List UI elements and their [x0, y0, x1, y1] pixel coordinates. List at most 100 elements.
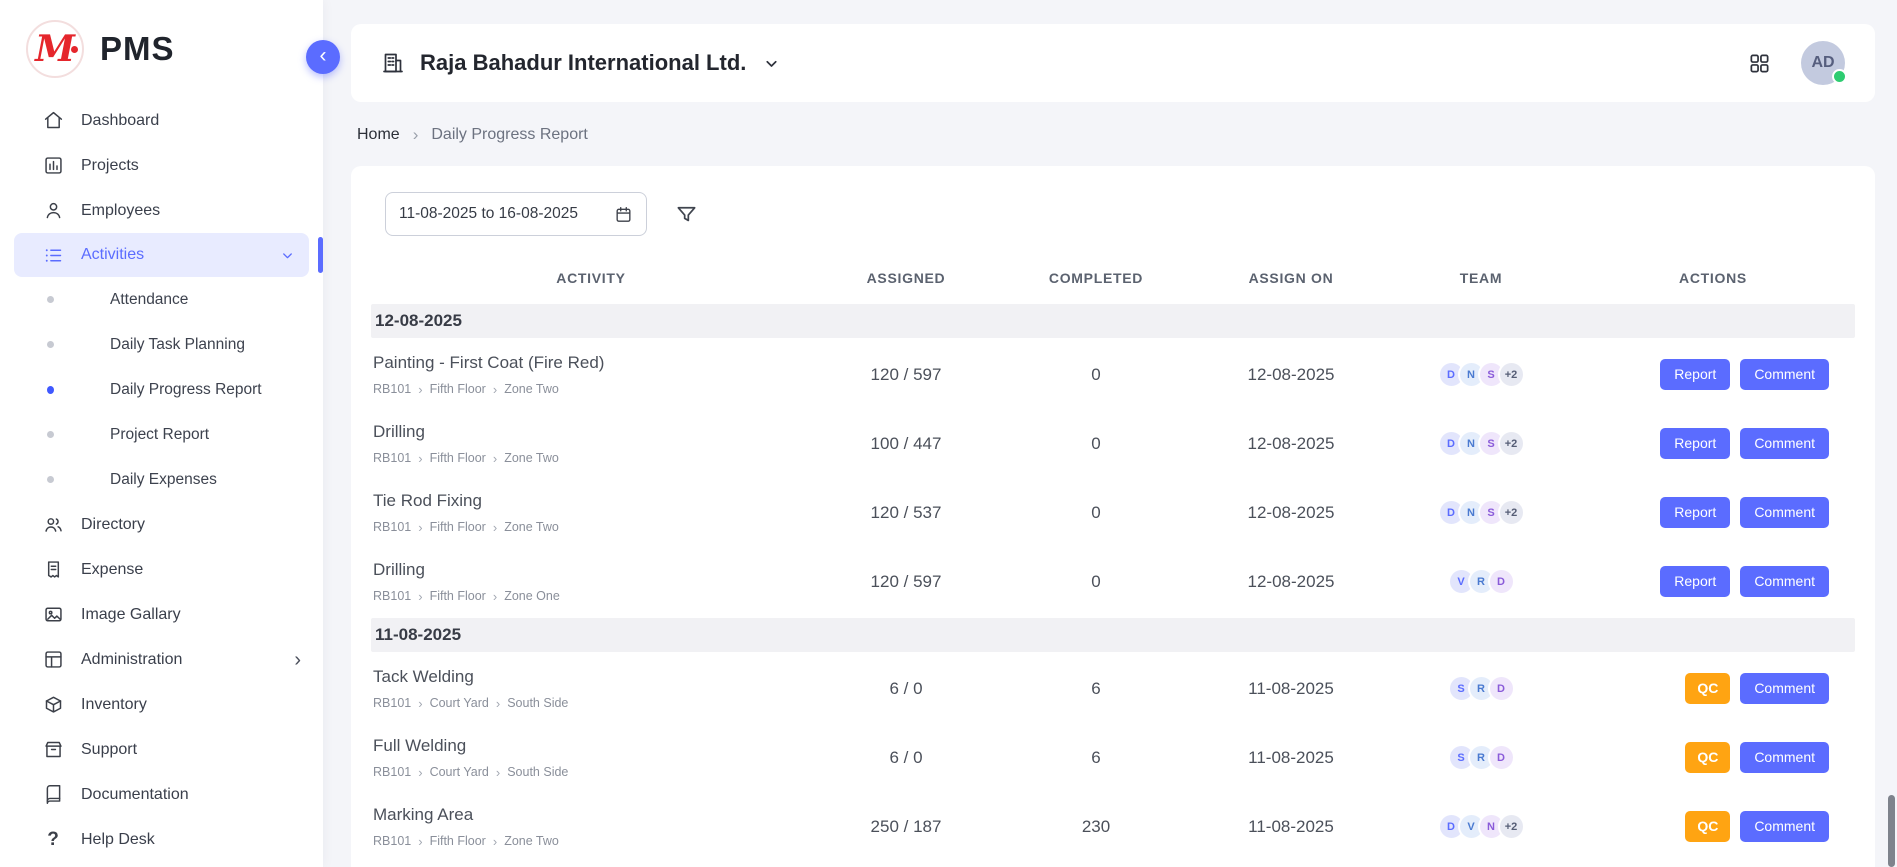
team-avatar: D [1488, 568, 1515, 595]
sidebar-item-support[interactable]: Support [0, 727, 323, 772]
column-header-assigned: ASSIGNED [811, 270, 1001, 286]
sidebar-item-documentation[interactable]: Documentation [0, 772, 323, 817]
breadcrumb-home[interactable]: Home [357, 126, 400, 144]
sidebar-item-image-gallery[interactable]: Image Gallary [0, 592, 323, 637]
qc-button[interactable]: QC [1685, 673, 1730, 704]
chevron-down-icon [763, 55, 780, 72]
activity-title: Marking Area [373, 805, 811, 825]
completed-value: 0 [1001, 503, 1191, 523]
filter-icon[interactable] [675, 203, 698, 226]
date-range-input[interactable]: 11-08-2025 to 16-08-2025 [385, 192, 647, 236]
filter-row: 11-08-2025 to 16-08-2025 [371, 192, 1855, 236]
sidebar-subitem-label: Daily Task Planning [110, 336, 245, 354]
report-button[interactable]: Report [1660, 428, 1730, 459]
sidebar-subitem-label: Daily Progress Report [110, 381, 262, 399]
activity-cell: Marking Area RB101›Fifth Floor›Zone Two [371, 805, 811, 848]
path-segment: South Side [507, 696, 568, 710]
path-segment: Zone Two [504, 520, 559, 534]
assign-on-value: 11-08-2025 [1191, 679, 1391, 699]
actions-cell: Report Comment [1571, 359, 1855, 390]
report-button[interactable]: Report [1660, 359, 1730, 390]
comment-button[interactable]: Comment [1740, 359, 1829, 390]
support-icon [42, 739, 64, 761]
report-button[interactable]: Report [1660, 497, 1730, 528]
sidebar-collapse-button[interactable]: ‹ [306, 40, 340, 74]
qc-button[interactable]: QC [1685, 742, 1730, 773]
activity-title: Drilling [373, 422, 811, 442]
sidebar-item-label: Dashboard [81, 112, 159, 130]
sidebar-subitem-project-report[interactable]: Project Report [0, 412, 323, 457]
assign-on-value: 11-08-2025 [1191, 817, 1391, 837]
comment-button[interactable]: Comment [1740, 673, 1829, 704]
app-logo: M PMS [0, 0, 323, 92]
assigned-value: 120 / 537 [811, 503, 1001, 523]
activity-location-path: RB101›Court Yard›South Side [373, 765, 811, 779]
assign-on-value: 12-08-2025 [1191, 434, 1391, 454]
path-separator-icon: › [493, 835, 497, 848]
activity-cell: Tack WeldingRB101›Court Yard›South Side [371, 667, 811, 710]
team-avatar: D [1488, 675, 1515, 702]
qc-button[interactable]: QC [1685, 811, 1730, 842]
table-row: Painting - First Coat (Fire Red)RB101›Fi… [371, 340, 1855, 409]
sidebar-item-expense[interactable]: Expense [0, 547, 323, 592]
column-header-activity: ACTIVITY [371, 270, 811, 286]
team-overflow-badge: +2 [1498, 361, 1525, 388]
bullet-dot [47, 341, 54, 348]
date-range-value: 11-08-2025 to 16-08-2025 [399, 205, 578, 223]
header-actions: AD [1748, 41, 1845, 85]
table-header: ACTIVITY ASSIGNED COMPLETED ASSIGN ON TE… [371, 270, 1855, 302]
active-indicator-bar [318, 237, 323, 273]
sidebar-subitem-daily-progress-report[interactable]: Daily Progress Report [0, 367, 323, 412]
company-name: Raja Bahadur International Ltd. [420, 50, 746, 76]
actions-cell: Report Comment [1571, 497, 1855, 528]
comment-button[interactable]: Comment [1740, 811, 1829, 842]
activity-title: Tack Welding [373, 667, 811, 687]
column-header-completed: COMPLETED [1001, 270, 1191, 286]
path-separator-icon: › [418, 452, 422, 465]
comment-button[interactable]: Comment [1740, 742, 1829, 773]
comment-button[interactable]: Comment [1740, 428, 1829, 459]
app-name: PMS [100, 30, 175, 68]
sidebar-subitem-daily-task-planning[interactable]: Daily Task Planning [0, 322, 323, 367]
sidebar-item-label: Projects [81, 157, 139, 175]
activity-location-path: RB101›Fifth Floor›Zone Two [373, 834, 811, 848]
activity-location-path: RB101›Fifth Floor›Zone One [373, 589, 811, 603]
activity-cell: Drilling RB101›Fifth Floor›Zone One [371, 560, 811, 603]
sidebar-subitem-attendance[interactable]: Attendance [0, 277, 323, 322]
building-icon [381, 51, 405, 75]
bullet-dot [47, 431, 54, 438]
sidebar-item-label: Employees [81, 202, 160, 220]
sidebar-subitem-daily-expenses[interactable]: Daily Expenses [0, 457, 323, 502]
actions-cell: QC Comment [1571, 673, 1855, 704]
sidebar-item-help-desk[interactable]: ? Help Desk [0, 817, 323, 862]
path-segment: Fifth Floor [430, 451, 486, 465]
main-area: Raja Bahadur International Ltd. AD Home … [323, 0, 1897, 867]
comment-button[interactable]: Comment [1740, 497, 1829, 528]
activity-title: Drilling [373, 560, 811, 580]
vertical-scrollbar[interactable] [1888, 795, 1895, 867]
company-selector[interactable]: Raja Bahadur International Ltd. [381, 50, 780, 76]
bullet-dot [47, 386, 54, 394]
team-avatar: D [1488, 744, 1515, 771]
report-card: 11-08-2025 to 16-08-2025 ACTIVITY ASSIGN… [351, 166, 1875, 867]
sidebar-item-employees[interactable]: Employees [0, 188, 323, 233]
sidebar-item-inventory[interactable]: Inventory [0, 682, 323, 727]
team-cell: DNS+2 [1391, 361, 1571, 388]
assign-on-value: 12-08-2025 [1191, 503, 1391, 523]
sidebar-item-directory[interactable]: Directory [0, 502, 323, 547]
comment-button[interactable]: Comment [1740, 566, 1829, 597]
team-cell: VRD [1391, 568, 1571, 595]
sidebar-item-dashboard[interactable]: Dashboard [0, 98, 323, 143]
report-button[interactable]: Report [1660, 566, 1730, 597]
sidebar-item-label: Inventory [81, 696, 147, 714]
sidebar-item-label: Support [81, 741, 137, 759]
activity-cell: DrillingRB101›Fifth Floor›Zone Two [371, 422, 811, 465]
sidebar-item-projects[interactable]: Projects [0, 143, 323, 188]
apps-grid-icon[interactable] [1748, 52, 1771, 75]
table-row: DrillingRB101›Fifth Floor›Zone Two120 / … [371, 861, 1855, 867]
sidebar-item-activities[interactable]: Activities [14, 233, 309, 277]
user-avatar[interactable]: AD [1801, 41, 1845, 85]
sidebar-subitem-label: Daily Expenses [110, 471, 217, 489]
sidebar-item-administration[interactable]: Administration › [0, 637, 323, 682]
completed-value: 0 [1001, 365, 1191, 385]
